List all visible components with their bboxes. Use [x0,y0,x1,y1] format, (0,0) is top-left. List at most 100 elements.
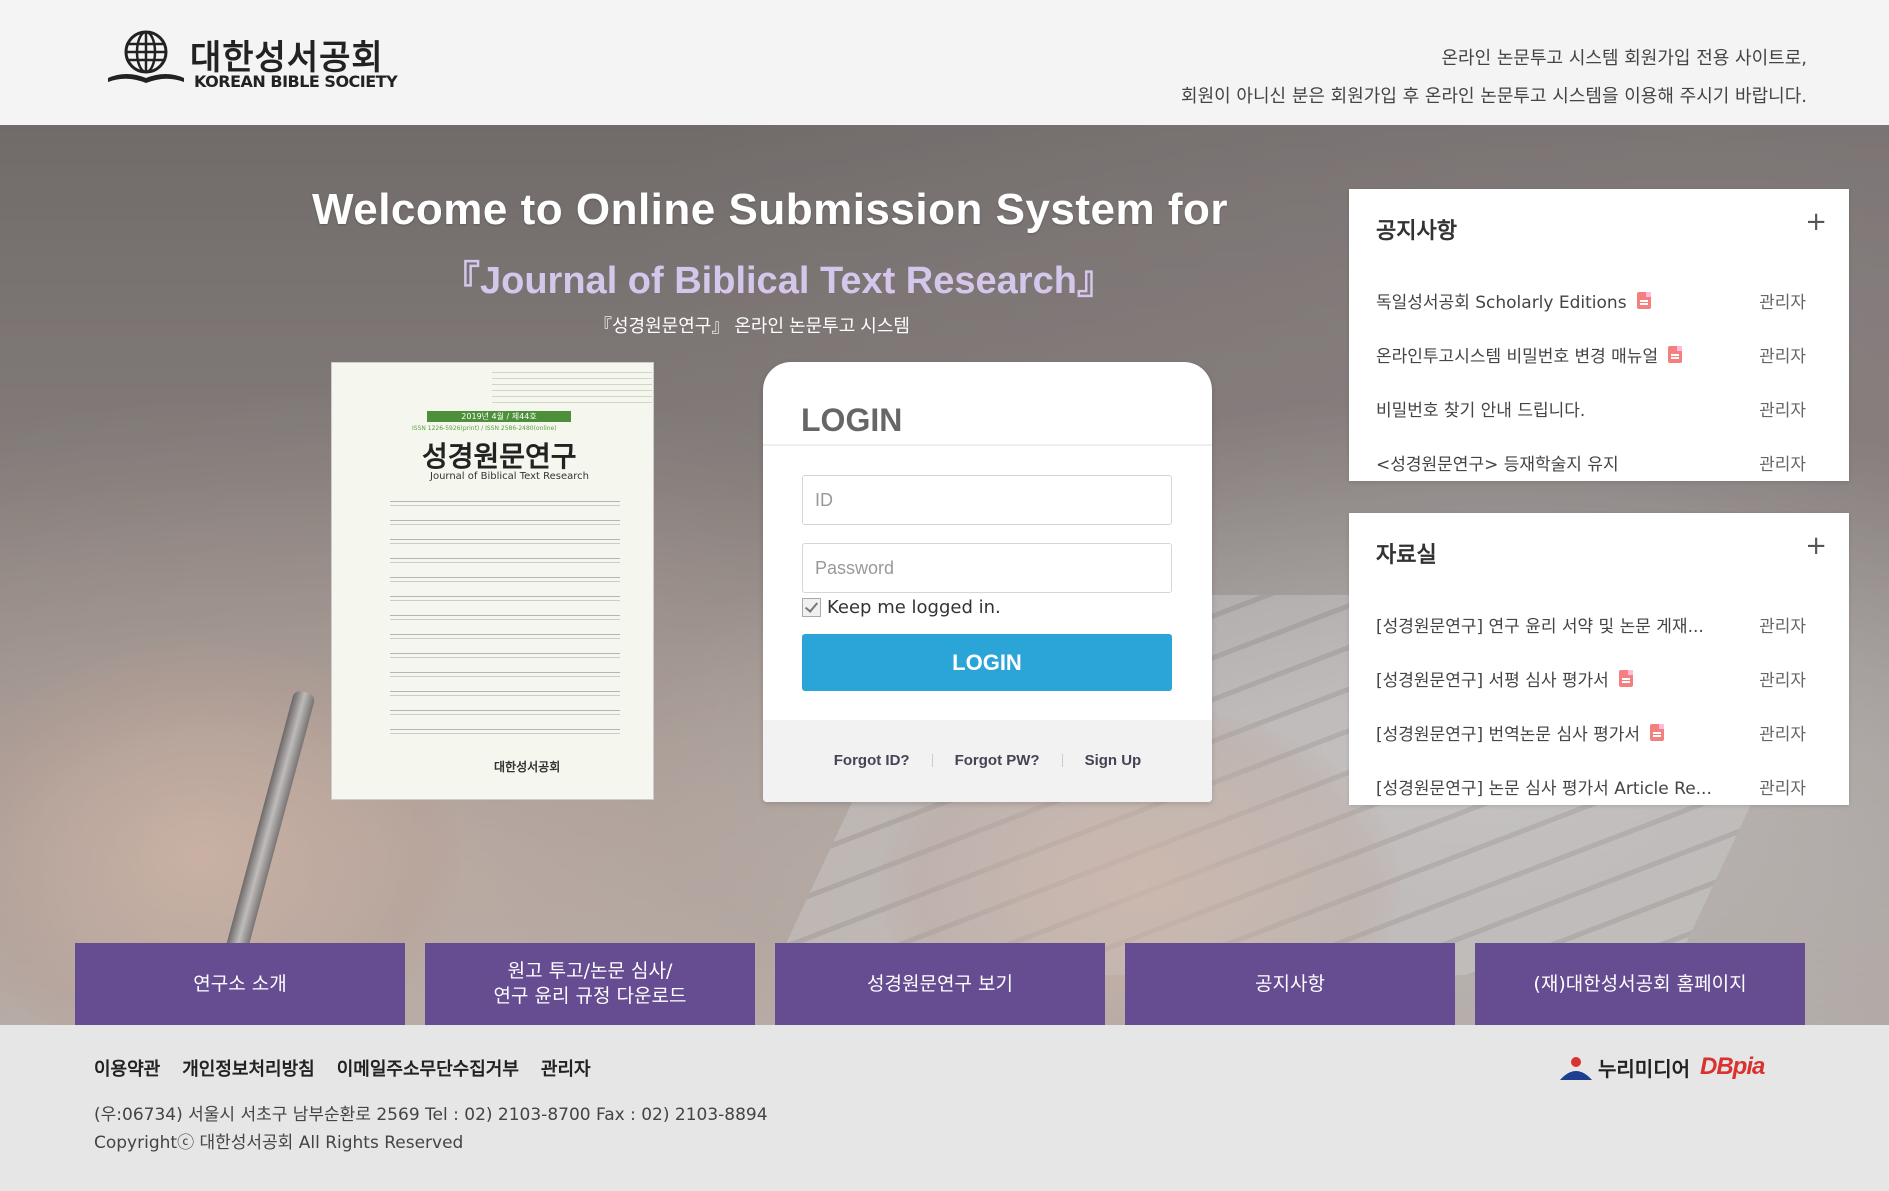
nav-kbs-homepage[interactable]: (재)대한성서공회 홈페이지 [1475,943,1805,1025]
welcome-korean-subtitle: 『성경원문연구』 온라인 논문투고 시스템 [594,316,910,336]
login-title: LOGIN [801,402,903,438]
cover-title: 성경원문연구 [422,440,577,473]
list-item[interactable]: <성경원문연구> 등재학술지 유지 관리자 [1376,435,1806,489]
notice-item-text: 비밀번호 찾기 안내 드립니다. [1376,400,1586,421]
list-item[interactable]: [성경원문연구] 서평 심사 평가서 관리자 [1376,651,1806,705]
nurimedia-mark-icon [1560,1056,1592,1080]
main-nav: 연구소 소개 원고 투고/논문 심사/ 연구 윤리 규정 다운로드 성경원문연구… [75,943,1805,1025]
header-notice: 온라인 논문투고 시스템 회원가입 전용 사이트로, 회원이 아니신 분은 회원… [1181,40,1807,116]
notice-item-title[interactable]: <성경원문연구> 등재학술지 유지 [1376,450,1619,475]
archive-item-title[interactable]: [성경원문연구] 서평 심사 평가서 [1376,666,1633,691]
cover-contents-list [390,493,620,743]
file-attachment-icon [1668,345,1683,363]
footer-link-email-policy[interactable]: 이메일주소무단수집거부 [337,1055,519,1081]
notice-item-author: 관리자 [1759,292,1806,313]
cover-publisher: 대한성서공회 [494,760,561,774]
cover-issue: 2019년 4월 / 제44호 [427,411,571,422]
notice-item-author: 관리자 [1759,346,1806,367]
archive-item-author: 관리자 [1759,724,1806,745]
archive-panel: 자료실 + [성경원문연구] 연구 윤리 서약 및 논문 게재... 관리자 [… [1349,513,1849,805]
login-divider [763,444,1212,446]
login-form: LOGIN Keep me logged in. LOGIN Forgot ID… [763,362,1212,802]
cover-issn: ISSN 1226-5926(print) / ISSN 2586-2480(o… [412,425,557,432]
notice-panel-title: 공지사항 [1376,219,1457,244]
dbpia-logo[interactable]: DBpia [1700,1053,1765,1081]
footer-address: (우:06734) 서울시 서초구 남부순환로 2569 Tel : 02) 2… [94,1105,768,1125]
archive-item-text: [성경원문연구] 서평 심사 평가서 [1376,670,1609,691]
archive-item-text: [성경원문연구] 논문 심사 평가서 Article Re... [1376,778,1712,799]
footer-link-privacy[interactable]: 개인정보처리방침 [182,1055,314,1081]
archive-item-text: [성경원문연구] 번역논문 심사 평가서 [1376,724,1641,745]
archive-item-title[interactable]: [성경원문연구] 번역논문 심사 평가서 [1376,720,1665,745]
list-item[interactable]: [성경원문연구] 번역논문 심사 평가서 관리자 [1376,705,1806,759]
globe-book-icon [108,30,184,83]
archive-item-author: 관리자 [1759,616,1806,637]
notice-item-text: 독일성서공회 Scholarly Editions [1376,292,1627,313]
site-header: 대한성서공회 KOREAN BIBLE SOCIETY 온라인 논문투고 시스템… [0,0,1889,125]
notice-list: 독일성서공회 Scholarly Editions 관리자 온라인투고시스템 비… [1376,273,1806,489]
keep-logged-in[interactable]: Keep me logged in. [802,597,1001,618]
sign-up-link[interactable]: Sign Up [1085,752,1142,769]
journal-cover-image: 2019년 4월 / 제44호 ISSN 1226-5926(print) / … [331,362,654,800]
nurimedia-logo[interactable]: 누리미디어 [1558,1053,1690,1082]
nav-view-journal[interactable]: 성경원문연구 보기 [775,943,1105,1025]
link-separator [1061,754,1063,767]
nav-institute-intro[interactable]: 연구소 소개 [75,943,405,1025]
header-notice-line-2: 회원이 아니신 분은 회원가입 후 온라인 논문투고 시스템을 이용해 주시기 … [1181,86,1807,107]
cover-faded-text [492,367,652,407]
notice-item-author: 관리자 [1759,454,1806,475]
notice-panel: 공지사항 + 독일성서공회 Scholarly Editions 관리자 온라인… [1349,189,1849,481]
login-button[interactable]: LOGIN [802,634,1172,691]
archive-item-text: [성경원문연구] 연구 윤리 서약 및 논문 게재... [1376,616,1704,637]
archive-item-author: 관리자 [1759,778,1806,799]
footer-copyright: Copyrightⓒ 대한성서공회 All Rights Reserved [94,1133,464,1153]
list-item[interactable]: 독일성서공회 Scholarly Editions 관리자 [1376,273,1806,327]
id-input[interactable] [802,475,1172,525]
forgot-id-link[interactable]: Forgot ID? [834,752,910,769]
footer-link-terms[interactable]: 이용약관 [94,1055,160,1081]
archive-item-author: 관리자 [1759,670,1806,691]
notice-item-text: 온라인투고시스템 비밀번호 변경 매뉴얼 [1376,346,1659,367]
list-item[interactable]: 온라인투고시스템 비밀번호 변경 매뉴얼 관리자 [1376,327,1806,381]
forgot-pw-link[interactable]: Forgot PW? [955,752,1040,769]
list-item[interactable]: 비밀번호 찾기 안내 드립니다. 관리자 [1376,381,1806,435]
dbpia-text: DBpia [1700,1053,1765,1080]
kbs-logo[interactable]: 대한성서공회 KOREAN BIBLE SOCIETY [106,28,398,98]
notice-item-text: <성경원문연구> 등재학술지 유지 [1376,454,1619,475]
link-separator [931,754,933,767]
file-attachment-icon [1618,669,1633,687]
logo-english-text: KOREAN BIBLE SOCIETY [194,72,398,91]
login-links: Forgot ID? Forgot PW? Sign Up [763,752,1212,769]
password-input[interactable] [802,543,1172,593]
footer-link-admin[interactable]: 관리자 [541,1055,591,1081]
hero-section: Welcome to Online Submission System for … [0,125,1889,1025]
archive-more-plus-icon[interactable]: + [1805,531,1827,561]
header-notice-line-1: 온라인 논문투고 시스템 회원가입 전용 사이트로, [1441,48,1807,69]
welcome-heading: Welcome to Online Submission System for … [312,185,1228,338]
archive-item-title[interactable]: [성경원문연구] 논문 심사 평가서 Article Re... [1376,774,1712,799]
notice-item-title[interactable]: 온라인투고시스템 비밀번호 변경 매뉴얼 [1376,342,1683,367]
keep-logged-in-checkbox[interactable] [802,598,821,617]
footer-address-block: (우:06734) 서울시 서초구 남부순환로 2569 Tel : 02) 2… [94,1101,768,1157]
journal-title: 『Journal of Biblical Text Research』 [442,260,1115,302]
notice-item-author: 관리자 [1759,400,1806,421]
site-footer: 이용약관 개인정보처리방침 이메일주소무단수집거부 관리자 (우:06734) … [0,1025,1889,1191]
footer-links: 이용약관 개인정보처리방침 이메일주소무단수집거부 관리자 [94,1055,591,1081]
login-footer: Forgot ID? Forgot PW? Sign Up [763,720,1212,802]
archive-panel-title: 자료실 [1376,543,1437,568]
archive-item-title[interactable]: [성경원문연구] 연구 윤리 서약 및 논문 게재... [1376,612,1704,637]
archive-list: [성경원문연구] 연구 윤리 서약 및 논문 게재... 관리자 [성경원문연구… [1376,597,1806,813]
nurimedia-text: 누리미디어 [1598,1057,1690,1081]
list-item[interactable]: [성경원문연구] 연구 윤리 서약 및 논문 게재... 관리자 [1376,597,1806,651]
notice-item-title[interactable]: 독일성서공회 Scholarly Editions [1376,288,1651,313]
keep-logged-in-label: Keep me logged in. [827,597,1001,618]
notice-more-plus-icon[interactable]: + [1805,207,1827,237]
nav-notices[interactable]: 공지사항 [1125,943,1455,1025]
notice-item-title[interactable]: 비밀번호 찾기 안내 드립니다. [1376,396,1585,421]
welcome-line-1: Welcome to Online Submission System for [312,185,1228,234]
list-item[interactable]: [성경원문연구] 논문 심사 평가서 Article Re... 관리자 [1376,759,1806,813]
file-attachment-icon [1636,291,1651,309]
nav-submission-download[interactable]: 원고 투고/논문 심사/ 연구 윤리 규정 다운로드 [425,943,755,1025]
cover-subtitle: Journal of Biblical Text Research [430,471,589,482]
file-attachment-icon [1650,723,1665,741]
